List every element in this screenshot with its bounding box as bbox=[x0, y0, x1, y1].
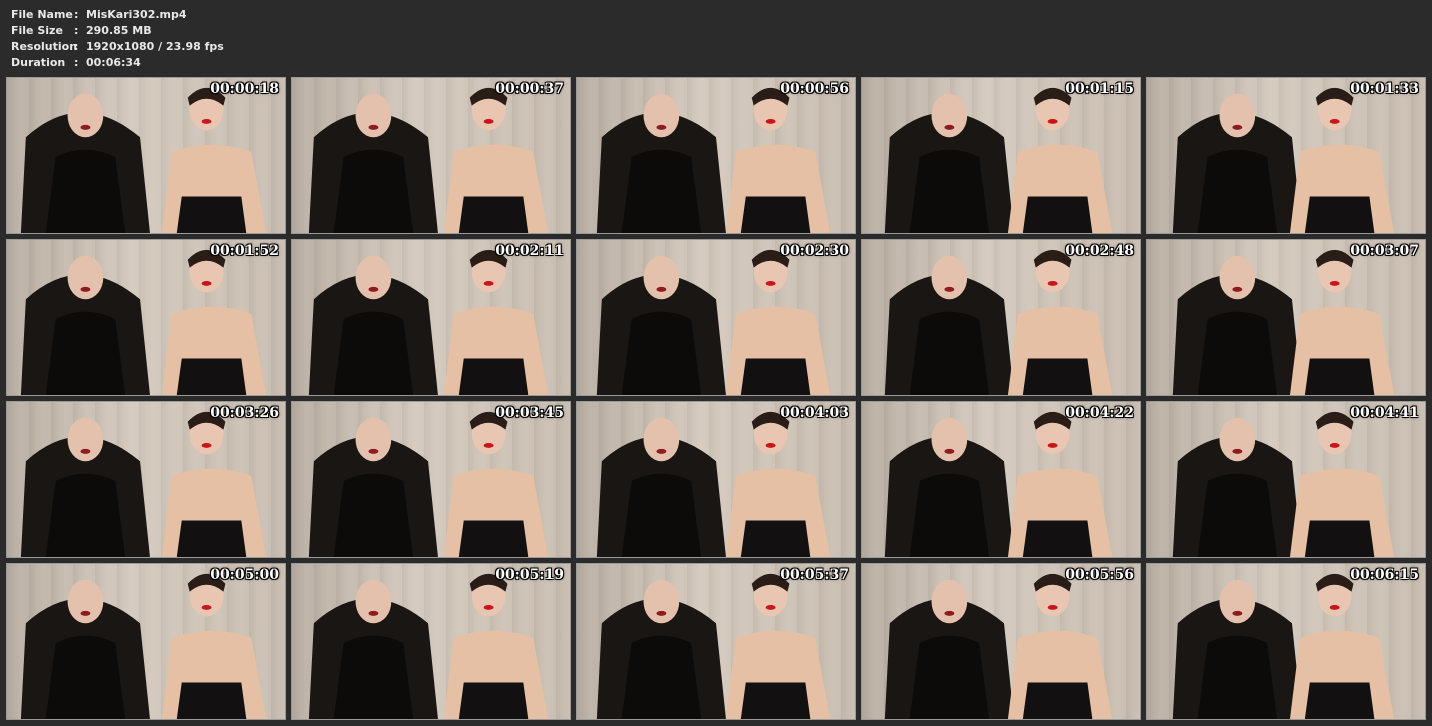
file-size-label: File Size bbox=[11, 24, 63, 37]
video-thumbnail[interactable]: 00:05:56 bbox=[861, 563, 1141, 720]
timestamp-label: 00:05:00 bbox=[210, 567, 279, 583]
file-name-value: MisKari302.mp4 bbox=[86, 8, 187, 21]
timestamp-label: 00:02:30 bbox=[780, 243, 849, 259]
timestamp-label: 00:01:33 bbox=[1350, 81, 1419, 97]
file-size-value: 290.85 MB bbox=[86, 24, 152, 37]
timestamp-label: 00:01:15 bbox=[1065, 81, 1134, 97]
scene-illustration bbox=[596, 249, 831, 395]
timestamp-label: 00:05:56 bbox=[1065, 567, 1134, 583]
file-name-label: File Name bbox=[11, 8, 73, 21]
timestamp-label: 00:00:18 bbox=[210, 81, 279, 97]
video-thumbnail[interactable]: 00:04:41 bbox=[1146, 401, 1426, 558]
video-thumbnail[interactable]: 00:05:19 bbox=[291, 563, 571, 720]
duration-value: 00:06:34 bbox=[86, 56, 141, 69]
resolution-label: Resolution bbox=[11, 40, 78, 53]
scene-illustration bbox=[20, 411, 267, 557]
timestamp-label: 00:02:11 bbox=[495, 243, 564, 259]
video-thumbnail[interactable]: 00:03:07 bbox=[1146, 239, 1426, 396]
video-thumbnail[interactable]: 00:06:15 bbox=[1146, 563, 1426, 720]
video-thumbnail[interactable]: 00:04:22 bbox=[861, 401, 1141, 558]
file-name-row: File Name : MisKari302.mp4 bbox=[11, 7, 224, 23]
scene-illustration bbox=[20, 249, 267, 395]
duration-row: Duration : 00:06:34 bbox=[11, 55, 224, 71]
timestamp-label: 00:00:37 bbox=[495, 81, 564, 97]
video-thumbnail[interactable]: 00:03:26 bbox=[6, 401, 286, 558]
timestamp-label: 00:04:41 bbox=[1350, 405, 1419, 421]
scene-illustration bbox=[884, 87, 1113, 233]
video-thumbnail[interactable]: 00:00:37 bbox=[291, 77, 571, 234]
video-thumbnail[interactable]: 00:03:45 bbox=[291, 401, 571, 558]
resolution-row: Resolution : 1920x1080 / 23.98 fps bbox=[11, 39, 224, 55]
video-thumbnail[interactable]: 00:05:00 bbox=[6, 563, 286, 720]
video-thumbnail[interactable]: 00:02:48 bbox=[861, 239, 1141, 396]
timestamp-label: 00:04:03 bbox=[780, 405, 849, 421]
timestamp-label: 00:03:26 bbox=[210, 405, 279, 421]
scene-illustration bbox=[884, 411, 1113, 557]
file-info-panel: File Name : MisKari302.mp4 File Size : 2… bbox=[11, 7, 224, 71]
video-thumbnail[interactable]: 00:01:33 bbox=[1146, 77, 1426, 234]
scene-illustration bbox=[308, 573, 549, 719]
separator: : bbox=[74, 24, 79, 37]
scene-illustration bbox=[884, 249, 1113, 395]
timestamp-label: 00:05:19 bbox=[495, 567, 564, 583]
separator: : bbox=[74, 56, 79, 69]
video-thumbnail[interactable]: 00:00:56 bbox=[576, 77, 856, 234]
video-thumbnail[interactable]: 00:04:03 bbox=[576, 401, 856, 558]
file-size-row: File Size : 290.85 MB bbox=[11, 23, 224, 39]
scene-illustration bbox=[884, 573, 1113, 719]
timestamp-label: 00:00:56 bbox=[780, 81, 849, 97]
resolution-value: 1920x1080 / 23.98 fps bbox=[86, 40, 224, 53]
separator: : bbox=[74, 8, 79, 21]
scene-illustration bbox=[1172, 87, 1395, 233]
scene-illustration bbox=[308, 87, 549, 233]
scene-illustration bbox=[596, 87, 831, 233]
video-thumbnail[interactable]: 00:01:52 bbox=[6, 239, 286, 396]
scene-illustration bbox=[1172, 249, 1395, 395]
scene-illustration bbox=[1172, 573, 1395, 719]
thumbnail-grid: 00:00:18 00:00:37 00:00:56 00:01:15 00:01:33… bbox=[6, 77, 1426, 720]
scene-illustration bbox=[308, 411, 549, 557]
timestamp-label: 00:05:37 bbox=[780, 567, 849, 583]
video-thumbnail[interactable]: 00:05:37 bbox=[576, 563, 856, 720]
timestamp-label: 00:06:15 bbox=[1350, 567, 1419, 583]
timestamp-label: 00:03:07 bbox=[1350, 243, 1419, 259]
timestamp-label: 00:01:52 bbox=[210, 243, 279, 259]
video-thumbnail[interactable]: 00:02:11 bbox=[291, 239, 571, 396]
video-thumbnail[interactable]: 00:00:18 bbox=[6, 77, 286, 234]
scene-illustration bbox=[20, 87, 267, 233]
video-thumbnail[interactable]: 00:01:15 bbox=[861, 77, 1141, 234]
video-thumbnail[interactable]: 00:02:30 bbox=[576, 239, 856, 396]
timestamp-label: 00:02:48 bbox=[1065, 243, 1134, 259]
duration-label: Duration bbox=[11, 56, 66, 69]
scene-illustration bbox=[308, 249, 549, 395]
timestamp-label: 00:04:22 bbox=[1065, 405, 1134, 421]
scene-illustration bbox=[596, 411, 831, 557]
scene-illustration bbox=[596, 573, 831, 719]
timestamp-label: 00:03:45 bbox=[495, 405, 564, 421]
separator: : bbox=[74, 40, 79, 53]
scene-illustration bbox=[1172, 411, 1395, 557]
scene-illustration bbox=[20, 573, 267, 719]
